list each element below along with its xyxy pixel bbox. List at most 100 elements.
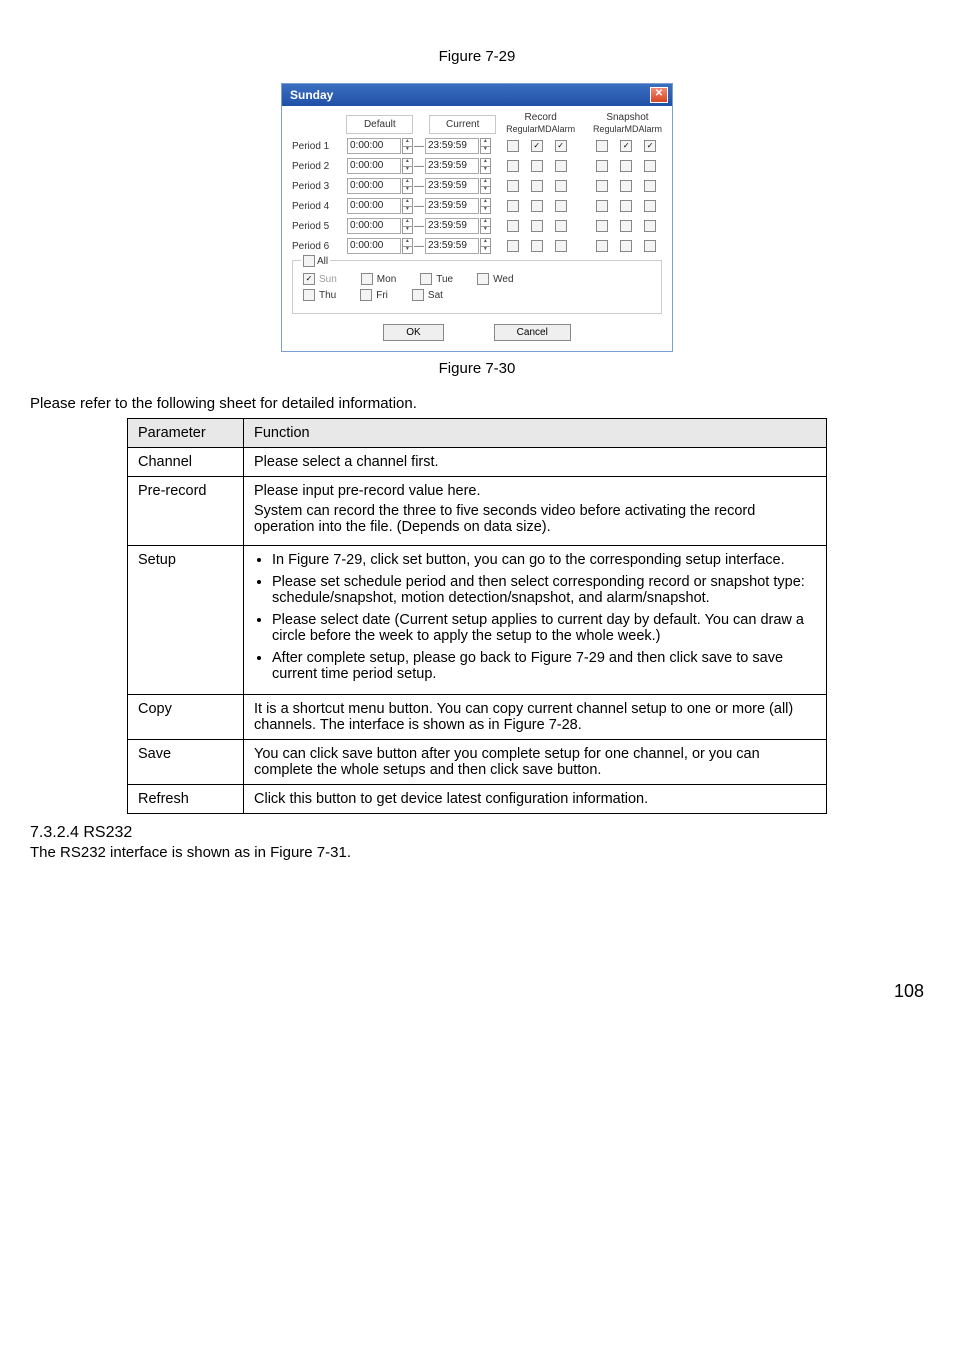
checkbox[interactable] (555, 200, 567, 212)
checkbox[interactable] (531, 180, 543, 192)
spinner-icon[interactable]: ▲▼ (480, 138, 491, 154)
checkbox[interactable] (620, 200, 632, 212)
spinner-icon[interactable]: ▲▼ (480, 238, 491, 254)
checkbox[interactable] (596, 220, 608, 232)
day-item: Mon (361, 273, 396, 285)
figure-caption-top: Figure 7-29 (30, 48, 924, 65)
spinner-icon[interactable]: ▲▼ (480, 198, 491, 214)
checkbox[interactable] (596, 200, 608, 212)
th-parameter: Parameter (128, 419, 244, 448)
cell-channel-func: Please select a channel first. (244, 448, 827, 477)
period-label: Period 1 (292, 141, 347, 152)
checkbox[interactable] (620, 240, 632, 252)
day-checkbox[interactable] (303, 289, 315, 301)
checkbox[interactable] (644, 160, 656, 172)
day-item: Tue (420, 273, 453, 285)
day-checkbox[interactable] (420, 273, 432, 285)
cell-copy-label: Copy (128, 695, 244, 740)
intro-text: Please refer to the following sheet for … (30, 395, 924, 412)
checkbox[interactable] (507, 160, 519, 172)
checkbox[interactable] (531, 160, 543, 172)
checkbox[interactable] (644, 200, 656, 212)
checkbox[interactable] (507, 180, 519, 192)
spinner-icon[interactable]: ▲▼ (402, 218, 413, 234)
day-label: Fri (376, 290, 388, 301)
checkbox[interactable] (507, 240, 519, 252)
checkbox[interactable] (596, 160, 608, 172)
dialog-titlebar[interactable]: Sunday ✕ (282, 84, 672, 106)
checkbox[interactable] (620, 220, 632, 232)
to-time-input[interactable]: 23:59:59 (425, 138, 479, 154)
day-label: Sat (428, 290, 443, 301)
dialog-title: Sunday (290, 88, 333, 102)
checkbox[interactable] (596, 180, 608, 192)
period-row: Period 10:00:00▲▼—23:59:59▲▼✓✓✓✓ (292, 138, 662, 154)
period-row: Period 20:00:00▲▼—23:59:59▲▼ (292, 158, 662, 174)
spinner-icon[interactable]: ▲▼ (480, 218, 491, 234)
day-item: Wed (477, 273, 513, 285)
period-row: Period 50:00:00▲▼—23:59:59▲▼ (292, 218, 662, 234)
parameter-table: Parameter Function Channel Please select… (127, 418, 827, 814)
spinner-icon[interactable]: ▲▼ (402, 238, 413, 254)
days-frame: All ✓SunMonTueWed ThuFriSat (292, 260, 662, 314)
period-label: Period 6 (292, 241, 347, 252)
checkbox[interactable] (507, 200, 519, 212)
checkbox[interactable]: ✓ (531, 140, 543, 152)
day-checkbox[interactable] (361, 273, 373, 285)
to-time-input[interactable]: 23:59:59 (425, 238, 479, 254)
checkbox[interactable] (507, 220, 519, 232)
page-number: 108 (30, 981, 924, 1002)
ok-button[interactable]: OK (383, 324, 443, 341)
from-time-input[interactable]: 0:00:00 (347, 138, 401, 154)
spinner-icon[interactable]: ▲▼ (402, 158, 413, 174)
day-label: Wed (493, 274, 513, 285)
spinner-icon[interactable]: ▲▼ (402, 198, 413, 214)
checkbox[interactable] (531, 220, 543, 232)
checkbox[interactable]: ✓ (620, 140, 632, 152)
from-time-input[interactable]: 0:00:00 (347, 178, 401, 194)
to-time-input[interactable]: 23:59:59 (425, 178, 479, 194)
current-header: Current (429, 115, 496, 134)
checkbox[interactable]: ✓ (555, 140, 567, 152)
checkbox[interactable] (507, 140, 519, 152)
from-time-input[interactable]: 0:00:00 (347, 158, 401, 174)
all-checkbox[interactable] (303, 255, 315, 267)
day-checkbox[interactable] (412, 289, 424, 301)
spinner-icon[interactable]: ▲▼ (402, 138, 413, 154)
spinner-icon[interactable]: ▲▼ (402, 178, 413, 194)
spinner-icon[interactable]: ▲▼ (480, 158, 491, 174)
day-item: Thu (303, 289, 336, 301)
checkbox[interactable] (644, 240, 656, 252)
from-time-input[interactable]: 0:00:00 (347, 198, 401, 214)
checkbox[interactable] (620, 160, 632, 172)
checkbox[interactable] (531, 240, 543, 252)
checkbox[interactable] (555, 180, 567, 192)
cell-save-func: You can click save button after you comp… (244, 740, 827, 785)
checkbox[interactable] (596, 240, 608, 252)
checkbox[interactable] (531, 200, 543, 212)
checkbox[interactable] (644, 180, 656, 192)
to-time-input[interactable]: 23:59:59 (425, 158, 479, 174)
day-checkbox[interactable] (360, 289, 372, 301)
day-label: Tue (436, 274, 453, 285)
cancel-button[interactable]: Cancel (494, 324, 571, 341)
checkbox[interactable] (620, 180, 632, 192)
to-time-input[interactable]: 23:59:59 (425, 198, 479, 214)
from-time-input[interactable]: 0:00:00 (347, 218, 401, 234)
day-checkbox[interactable] (477, 273, 489, 285)
period-label: Period 2 (292, 161, 347, 172)
spinner-icon[interactable]: ▲▼ (480, 178, 491, 194)
checkbox[interactable] (596, 140, 608, 152)
cell-channel-label: Channel (128, 448, 244, 477)
checkbox[interactable] (644, 220, 656, 232)
period-label: Period 3 (292, 181, 347, 192)
checkbox[interactable]: ✓ (644, 140, 656, 152)
to-time-input[interactable]: 23:59:59 (425, 218, 479, 234)
checkbox[interactable] (555, 240, 567, 252)
from-time-input[interactable]: 0:00:00 (347, 238, 401, 254)
close-icon[interactable]: ✕ (650, 87, 668, 103)
checkbox[interactable] (555, 160, 567, 172)
checkbox[interactable] (555, 220, 567, 232)
day-label: Sun (319, 274, 337, 285)
cell-prerecord-label: Pre-record (128, 477, 244, 546)
